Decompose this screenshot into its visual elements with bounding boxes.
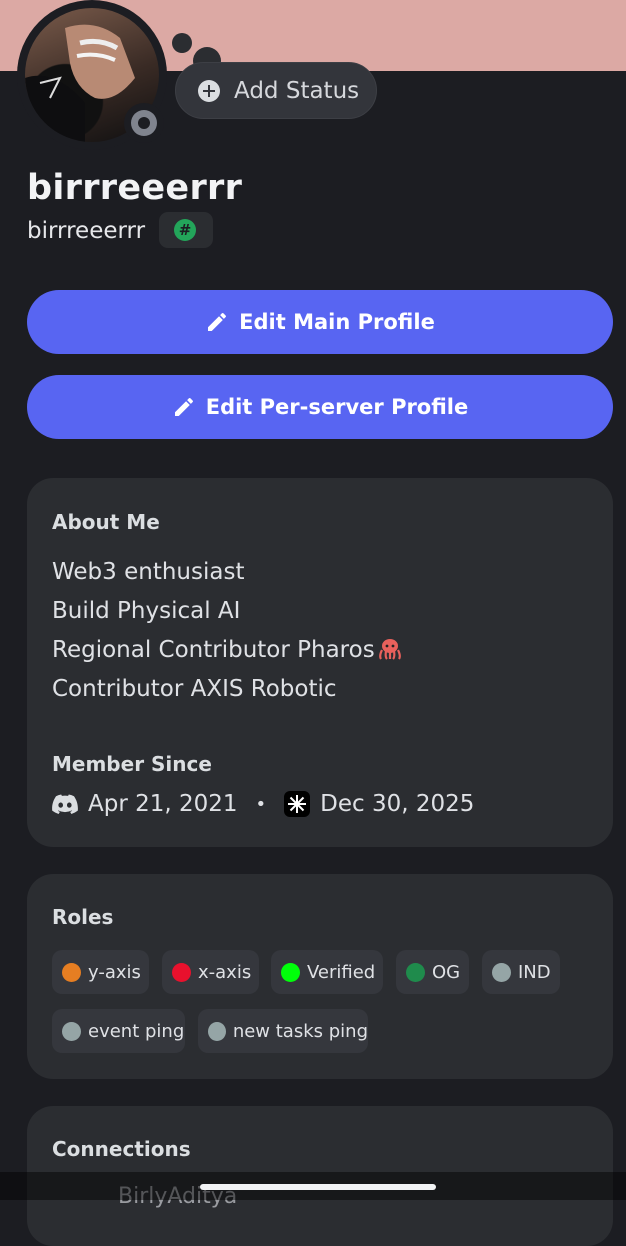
edit-per-server-profile-button[interactable]: Edit Per-server Profile (27, 375, 613, 439)
role-color-dot (281, 962, 300, 982)
about-me-card: About Me Web3 enthusiast Build Physical … (27, 478, 613, 847)
plus-circle-icon (198, 79, 220, 102)
role-color-dot (62, 962, 81, 982)
edit-per-server-profile-label: Edit Per-server Profile (205, 395, 469, 419)
server-icon (284, 791, 311, 817)
server-join-date: Dec 30, 2025 (320, 791, 475, 817)
role-chip[interactable]: y-axis (52, 950, 149, 994)
role-label: event ping (88, 1020, 185, 1042)
username[interactable]: birrreeerrr (27, 218, 145, 244)
pencil-icon (174, 398, 193, 416)
about-line: Web3 enthusiast (52, 559, 245, 585)
about-line: Build Physical AI (52, 598, 241, 624)
role-color-dot (172, 962, 191, 982)
pencil-icon (208, 313, 227, 331)
role-chip[interactable]: event ping (52, 1009, 185, 1053)
about-line-with-emoji: Regional Contributor Pharos (52, 637, 403, 663)
role-chip[interactable]: x-axis (162, 950, 259, 994)
date-separator: • (255, 793, 267, 815)
member-since-row: Apr 21, 2021 • Dec 30, 2025 (52, 791, 474, 817)
roles-card: Roles y-axis x-axis Verified OG IND even… (27, 874, 613, 1079)
add-status-button[interactable]: Add Status (175, 62, 377, 119)
octopus-icon (378, 639, 401, 660)
tag-badge[interactable]: # (159, 212, 213, 248)
about-line: Regional Contributor Pharos (52, 637, 375, 663)
role-color-dot (406, 962, 425, 982)
edit-main-profile-button[interactable]: Edit Main Profile (27, 290, 613, 354)
role-chip[interactable]: Verified (271, 950, 383, 994)
role-chip[interactable]: IND (482, 950, 560, 994)
role-label: new tasks ping (232, 1020, 368, 1042)
role-color-dot (492, 962, 511, 982)
role-label: IND (518, 961, 551, 983)
about-me-title: About Me (52, 510, 160, 534)
member-since-title: Member Since (52, 752, 212, 776)
status-bubble-small (172, 33, 192, 53)
role-label: y-axis (88, 961, 141, 983)
discord-join-date: Apr 21, 2021 (88, 791, 238, 817)
connections-title: Connections (52, 1137, 191, 1161)
role-label: Verified (307, 961, 376, 983)
role-chip[interactable]: new tasks ping (198, 1009, 368, 1053)
add-status-label: Add Status (234, 77, 360, 104)
role-color-dot (208, 1021, 226, 1041)
hashtag-icon: # (174, 219, 196, 241)
sparkle-icon (288, 795, 307, 813)
display-name: birrreeerrr (27, 168, 243, 208)
offline-status-icon (131, 110, 157, 136)
role-label: x-axis (198, 961, 252, 983)
about-line: Contributor AXIS Robotic (52, 676, 337, 702)
role-label: OG (432, 961, 461, 983)
discord-icon (52, 794, 78, 814)
home-indicator[interactable] (200, 1184, 436, 1190)
role-chip[interactable]: OG (396, 950, 469, 994)
edit-main-profile-label: Edit Main Profile (239, 310, 435, 334)
role-color-dot (62, 1021, 81, 1041)
roles-title: Roles (52, 905, 114, 929)
